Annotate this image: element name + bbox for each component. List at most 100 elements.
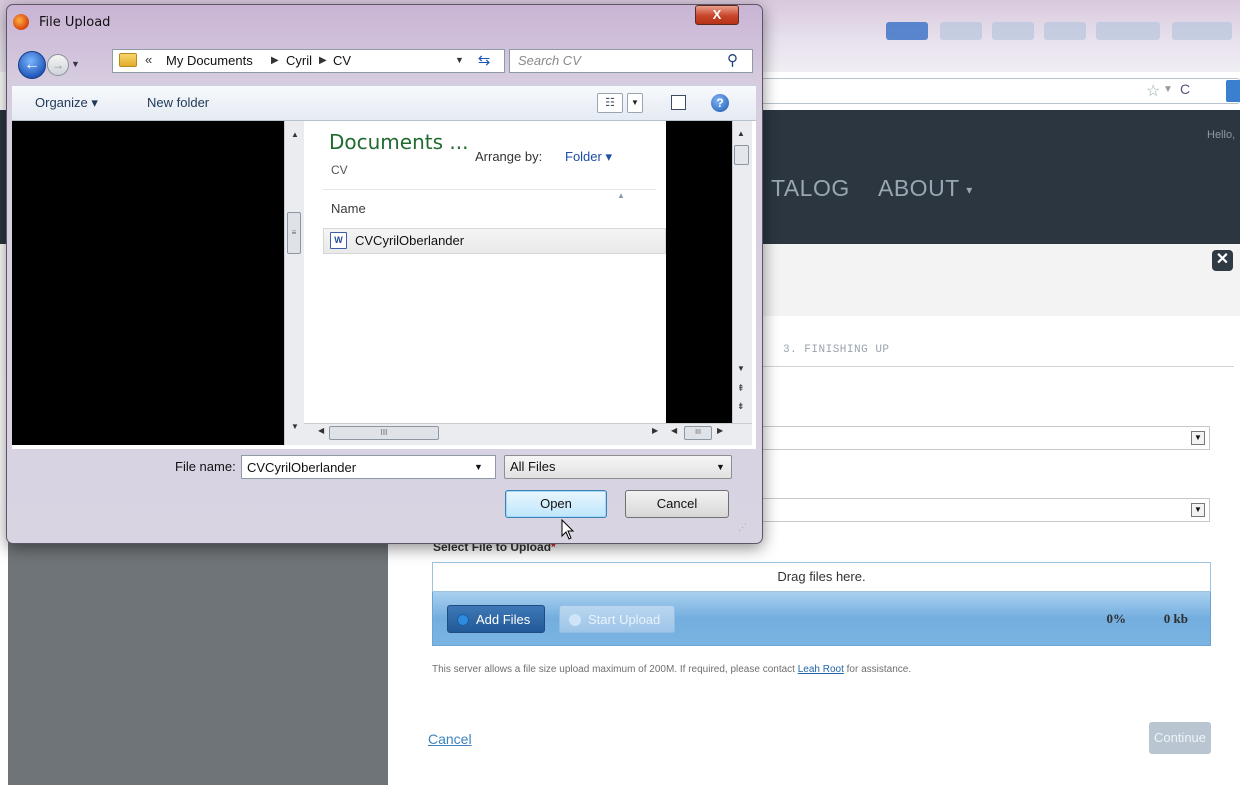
add-files-button[interactable]: Add Files (447, 605, 546, 633)
preview-pane-icon[interactable] (671, 95, 686, 110)
dialog-title: File Upload (39, 15, 111, 30)
size-note: This server allows a file size upload ma… (432, 664, 911, 675)
firefox-icon (13, 14, 29, 30)
column-header-name[interactable]: Name (331, 201, 366, 216)
folder-icon (119, 53, 137, 67)
file-list-pane (313, 121, 666, 423)
library-subtitle: CV (331, 163, 348, 177)
new-folder-button[interactable]: New folder (147, 95, 209, 110)
add-files-label: Add Files (476, 612, 531, 627)
browser-tab[interactable] (886, 22, 928, 40)
divider (758, 366, 1234, 367)
contact-link[interactable]: Leah Root (798, 664, 844, 675)
file-name-label: File name: (175, 459, 236, 474)
upload-percent: 0% (1106, 611, 1127, 626)
arrange-by-label: Arrange by: (475, 149, 543, 164)
sort-indicator-icon: ▲ (617, 191, 625, 200)
breadcrumb-cv[interactable]: CV (333, 53, 351, 68)
dialog-close-button[interactable]: X (695, 5, 739, 25)
add-icon (457, 614, 469, 626)
browser-tab[interactable] (1172, 22, 1232, 40)
scroll-right-icon[interactable]: ▶ (652, 426, 658, 435)
start-upload-button[interactable]: Start Upload (559, 605, 676, 633)
file-drop-zone[interactable]: Drag files here. (432, 562, 1211, 592)
file-name-dropdown-icon[interactable]: ▼ (474, 462, 483, 472)
page-down-icon[interactable]: ⇟ (737, 401, 745, 412)
category-select[interactable]: ▼ (760, 426, 1210, 450)
forward-button[interactable]: → (47, 54, 69, 76)
column-divider (323, 189, 656, 190)
upload-icon (569, 614, 581, 626)
scroll-left-icon[interactable]: ◀ (318, 426, 324, 435)
scroll-thumb[interactable]: III (684, 426, 712, 440)
resize-grip-icon[interactable]: ⋰ (738, 522, 747, 533)
file-list-overflow (666, 121, 732, 423)
browser-tab[interactable] (1044, 22, 1086, 40)
view-dropdown-icon[interactable]: ▼ (627, 93, 643, 113)
history-dropdown-icon[interactable]: ▼ (71, 59, 80, 69)
upload-toolbar: Add Files Start Upload 0% 0 kb (432, 592, 1211, 646)
search-placeholder: Search CV (518, 53, 581, 68)
cancel-button[interactable]: Cancel (625, 490, 729, 518)
open-button[interactable]: Open (505, 490, 607, 518)
scroll-up-icon[interactable]: ▲ (291, 130, 299, 139)
back-button[interactable]: ← (18, 51, 46, 79)
view-options-icon[interactable]: ☷ (597, 93, 623, 113)
continue-button[interactable]: Continue (1149, 722, 1211, 754)
step-label: 3. FINISHING UP (783, 344, 890, 356)
page-up-icon[interactable]: ⇞ (737, 383, 745, 394)
browser-tab[interactable] (1096, 22, 1160, 40)
scroll-up-icon[interactable]: ▲ (737, 129, 745, 138)
nav-about[interactable]: ABOUT ▾ (878, 175, 973, 202)
greeting-text: Hello, (1207, 129, 1236, 141)
scroll-down-icon[interactable]: ▼ (291, 422, 299, 431)
nav-catalog[interactable]: TALOG (771, 175, 850, 202)
library-title: Documents ... (329, 130, 469, 154)
breadcrumb-overflow[interactable]: « (145, 52, 152, 67)
chevron-down-icon: ▼ (1191, 503, 1205, 517)
breadcrumb-separator-icon[interactable]: ▶ (319, 55, 327, 66)
browser-tab[interactable] (992, 22, 1034, 40)
breadcrumb-my-documents[interactable]: My Documents (166, 53, 253, 68)
chevron-down-icon[interactable]: ▼ (716, 462, 725, 472)
mouse-cursor-icon (561, 519, 575, 540)
start-upload-label: Start Upload (588, 612, 661, 627)
type-select[interactable]: ▼ (760, 498, 1210, 522)
scroll-right-icon[interactable]: ▶ (717, 426, 723, 435)
nav-about-label: ABOUT (878, 175, 960, 201)
file-name-input[interactable] (241, 455, 496, 479)
scroll-thumb[interactable]: ≡ (287, 212, 301, 254)
reload-icon[interactable]: C (1180, 81, 1190, 97)
scroll-thumb[interactable]: III (329, 426, 439, 440)
bookmark-star-icon[interactable]: ☆ (1146, 81, 1160, 101)
file-name[interactable]: CVCyrilOberlander (355, 233, 464, 248)
size-note-text-end: for assistance. (843, 664, 912, 675)
search-engine-icon[interactable] (1226, 80, 1240, 102)
search-icon[interactable]: ⚲ (727, 51, 738, 69)
close-panel-button[interactable]: ✕ (1212, 250, 1233, 271)
vertical-scrollbar[interactable] (732, 121, 752, 423)
chevron-down-icon: ▾ (966, 182, 973, 197)
breadcrumb-cyril[interactable]: Cyril (286, 53, 312, 68)
word-document-icon: W (330, 232, 347, 249)
file-type-select[interactable]: All Files (504, 455, 732, 479)
arrange-by-dropdown[interactable]: Folder ▾ (565, 149, 612, 165)
navigation-pane[interactable] (12, 121, 284, 445)
address-dropdown-icon[interactable]: ▼ (455, 55, 464, 65)
breadcrumb-separator-icon[interactable]: ▶ (271, 55, 279, 66)
chevron-down-icon: ▼ (1191, 431, 1205, 445)
browser-tab[interactable] (940, 22, 982, 40)
refresh-icon[interactable]: ⇆ (471, 50, 497, 72)
scroll-left-icon[interactable]: ◀ (671, 426, 677, 435)
url-dropdown-icon[interactable]: ▼ (1163, 84, 1173, 95)
dialog-toolbar (12, 85, 756, 121)
size-note-text: This server allows a file size upload ma… (432, 664, 798, 675)
organize-menu[interactable]: Organize ▾ (35, 95, 98, 111)
scroll-down-icon[interactable]: ▼ (737, 364, 745, 373)
upload-size: 0 kb (1163, 611, 1188, 626)
help-icon[interactable]: ? (711, 94, 729, 112)
browser-tab-strip (760, 8, 1240, 48)
scroll-thumb[interactable] (734, 145, 749, 165)
navigation-scrollbar[interactable] (284, 121, 304, 445)
cancel-link[interactable]: Cancel (428, 731, 472, 747)
